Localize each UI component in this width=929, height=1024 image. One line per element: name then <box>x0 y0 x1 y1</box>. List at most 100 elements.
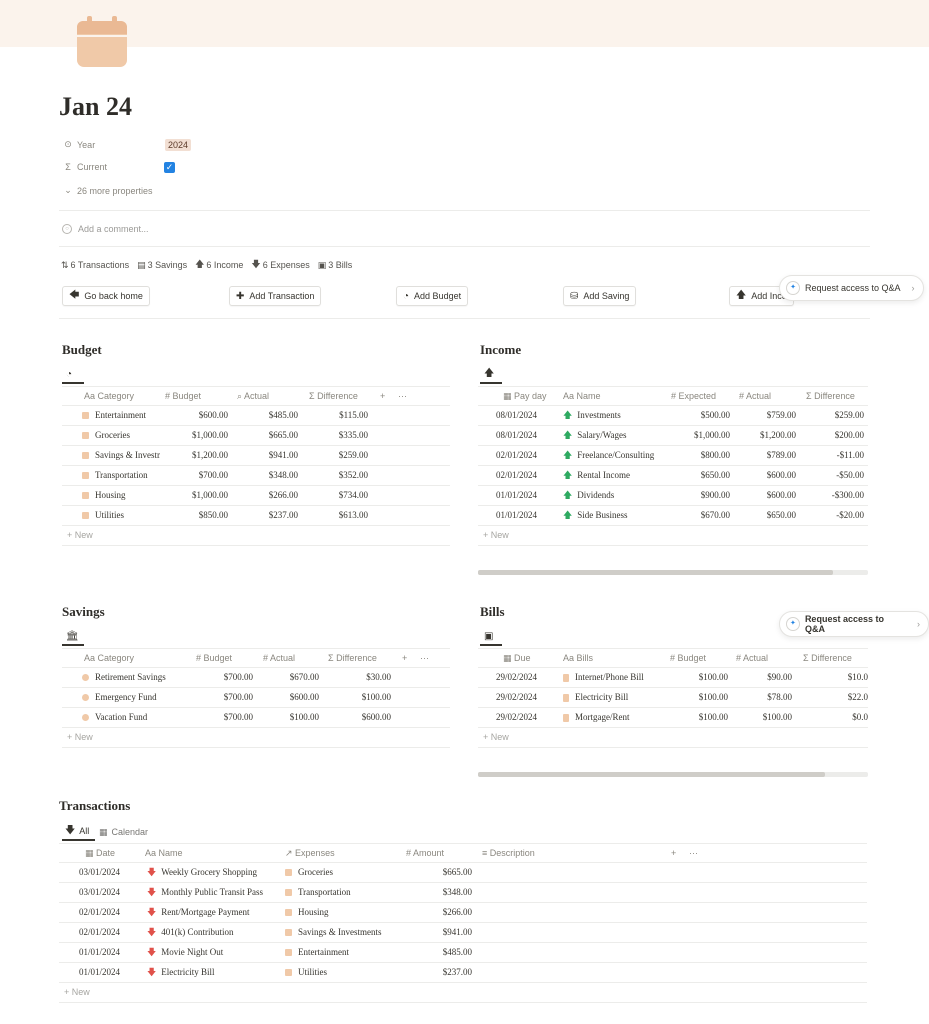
request-qa-button[interactable]: ✦ Request access to Q&A › <box>779 611 929 637</box>
add-column-icon[interactable]: + <box>402 649 407 669</box>
table-row[interactable]: Transportation $700.00 $348.00 $352.00 <box>62 466 450 486</box>
table-row[interactable]: Utilities $850.00 $237.00 $613.00 <box>62 506 450 526</box>
transactions-view-all[interactable]: 🡇 All <box>62 823 95 841</box>
linked-count[interactable]: 🡅 6 Income <box>195 257 243 273</box>
column-header[interactable]: Σ Difference <box>309 387 358 407</box>
column-header[interactable]: # Amount <box>406 844 444 864</box>
linked-count[interactable]: ▣ 3 Bills <box>318 257 353 273</box>
table-row[interactable]: 03/01/2024 🡇 Monthly Public Transit Pass Tr… <box>59 883 867 903</box>
comment-input[interactable]: Add a comment... <box>78 224 149 234</box>
bills-view-tab[interactable]: ▣ <box>480 628 502 646</box>
bills-title[interactable]: Bills <box>480 604 505 620</box>
scroll-thumb[interactable] <box>478 772 826 777</box>
add-column-icon[interactable]: + <box>671 844 676 864</box>
more-icon[interactable]: ··· <box>420 649 429 669</box>
income-scrollbar[interactable] <box>478 570 868 575</box>
more-properties-toggle[interactable]: ⌄ 26 more properties <box>62 185 152 196</box>
property-current[interactable]: Σ Current <box>62 162 107 172</box>
budget-title[interactable]: Budget <box>62 342 102 358</box>
table-row[interactable]: 01/01/2024 🡅 Side Business $670.00 $650.00 -$… <box>478 506 868 526</box>
budget-view-tab[interactable]: ◔ <box>62 366 84 384</box>
table-row[interactable]: Groceries $1,000.00 $665.00 $335.00 <box>62 426 450 446</box>
linked-count[interactable]: ▤ 3 Savings <box>137 257 187 273</box>
column-header[interactable]: Σ Difference <box>328 649 377 669</box>
table-row[interactable]: Vacation Fund $700.00 $100.00 $600.00 <box>62 708 450 728</box>
category-cell-text: Emergency Fund <box>95 692 157 702</box>
new-row-button[interactable]: + New <box>59 983 867 1003</box>
calendar-icon[interactable] <box>76 16 128 68</box>
date-cell: 02/01/2024 <box>79 903 134 923</box>
column-header[interactable]: # Actual <box>739 387 771 407</box>
income-title[interactable]: Income <box>480 342 521 358</box>
column-header[interactable]: ⌕ Actual <box>237 387 269 407</box>
column-header[interactable]: # Actual <box>263 649 295 669</box>
difference-cell: $22.0 <box>798 688 868 708</box>
column-header[interactable]: # Expected <box>671 387 716 407</box>
column-header[interactable]: Aa Name <box>563 387 601 407</box>
table-row[interactable]: 02/01/2024 🡅 Rental Income $650.00 $600.00 -$… <box>478 466 868 486</box>
table-row[interactable]: Emergency Fund $700.00 $600.00 $100.00 <box>62 688 450 708</box>
more-icon[interactable]: ··· <box>398 387 407 407</box>
column-header[interactable]: Aa Category <box>84 649 134 669</box>
table-row[interactable]: 02/01/2024 🡅 Freelance/Consulting $800.00 $7… <box>478 446 868 466</box>
table-row[interactable]: 08/01/2024 🡅 Investments $500.00 $759.00 $259… <box>478 406 868 426</box>
table-row[interactable]: Savings & Investm $1,200.00 $941.00 $259.00 <box>62 446 450 466</box>
table-row[interactable]: 01/01/2024 🡅 Dividends $900.00 $600.00 -$300.… <box>478 486 868 506</box>
table-row[interactable]: 01/01/2024 🡇 Electricity Bill Utilities $237… <box>59 963 867 983</box>
transactions-view-calendar[interactable]: ▦ Calendar <box>99 823 148 841</box>
year-tag[interactable]: 2024 <box>165 139 192 151</box>
new-row-button[interactable]: + New <box>62 526 450 546</box>
add-budget-button[interactable]: ◔ Add Budget <box>396 286 469 306</box>
table-row[interactable]: 29/02/2024 Internet/Phone Bill $100.00 $90.… <box>478 668 868 688</box>
new-row-button[interactable]: + New <box>478 728 868 748</box>
table-row[interactable]: 29/02/2024 Electricity Bill $100.00 $78.00 $… <box>478 688 868 708</box>
name-cell-text: Monthly Public Transit Pass <box>161 887 264 897</box>
column-header[interactable]: ▦ Date <box>85 844 115 864</box>
savings-title[interactable]: Savings <box>62 604 105 620</box>
table-row[interactable]: 03/01/2024 🡇 Weekly Grocery Shopping Grocer… <box>59 863 867 883</box>
current-checkbox[interactable]: ✓ <box>164 162 175 173</box>
table-row[interactable]: 08/01/2024 🡅 Salary/Wages $1,000.00 $1,200.0… <box>478 426 868 446</box>
table-row[interactable]: Housing $1,000.00 $266.00 $734.00 <box>62 486 450 506</box>
column-header[interactable]: # Budget <box>670 649 706 669</box>
add-transaction-button[interactable]: ✚ Add Transaction <box>229 286 322 306</box>
actual-cell: $90.00 <box>730 668 792 688</box>
table-row[interactable]: 29/02/2024 Mortgage/Rent $100.00 $100.00 $0.… <box>478 708 868 728</box>
scroll-thumb[interactable] <box>478 570 833 575</box>
more-icon[interactable]: ··· <box>689 844 698 864</box>
new-row-button[interactable]: + New <box>478 526 868 546</box>
column-header[interactable]: Σ Difference <box>803 649 852 669</box>
divider <box>59 318 870 319</box>
column-header[interactable]: ↗ Expenses <box>285 844 335 864</box>
add-column-icon[interactable]: + <box>380 387 385 407</box>
column-header[interactable]: # Budget <box>196 649 232 669</box>
column-header[interactable]: ≡ Description <box>482 844 535 864</box>
column-header[interactable]: Aa Name <box>145 844 183 864</box>
column-header[interactable]: # Actual <box>736 649 768 669</box>
column-header[interactable]: Aa Category <box>84 387 134 407</box>
table-row[interactable]: Entertainment $600.00 $485.00 $115.00 <box>62 406 450 426</box>
property-year[interactable]: ⊙ Year <box>62 139 95 150</box>
table-row[interactable]: 01/01/2024 🡇 Movie Night Out Entertainment $… <box>59 943 867 963</box>
page-title[interactable]: Jan 24 <box>59 92 132 122</box>
go-back-home-button[interactable]: 🡄 Go back home <box>62 286 150 306</box>
bills-scrollbar[interactable] <box>478 772 868 777</box>
income-view-tab[interactable]: 🡅 <box>480 366 502 384</box>
savings-view-tab[interactable]: 🏛 <box>62 628 84 646</box>
linked-count[interactable]: ⇅ 6 Transactions <box>61 257 129 273</box>
new-row-button[interactable]: + New <box>62 728 450 748</box>
transactions-title[interactable]: Transactions <box>59 798 130 814</box>
column-header[interactable]: Aa Bills <box>563 649 593 669</box>
column-header[interactable]: ▦ Pay day <box>503 387 547 407</box>
table-row[interactable]: 02/01/2024 🡇 Rent/Mortgage Payment Housing $… <box>59 903 867 923</box>
table-row[interactable]: 02/01/2024 🡇 401(k) Contribution Savings & … <box>59 923 867 943</box>
column-header[interactable]: Σ Difference <box>806 387 855 407</box>
bill-icon <box>563 693 569 702</box>
add-saving-button[interactable]: ⛁ Add Saving <box>563 286 637 306</box>
column-header[interactable]: # Budget <box>165 387 201 407</box>
table-row[interactable]: Retirement Savings $700.00 $670.00 $30.00 <box>62 668 450 688</box>
request-qa-button[interactable]: ✦ Request access to Q&A › <box>779 275 924 301</box>
column-header[interactable]: ▦ Due <box>503 649 531 669</box>
text-icon: Aa <box>84 653 98 663</box>
linked-count[interactable]: 🡇 6 Expenses <box>251 257 309 273</box>
